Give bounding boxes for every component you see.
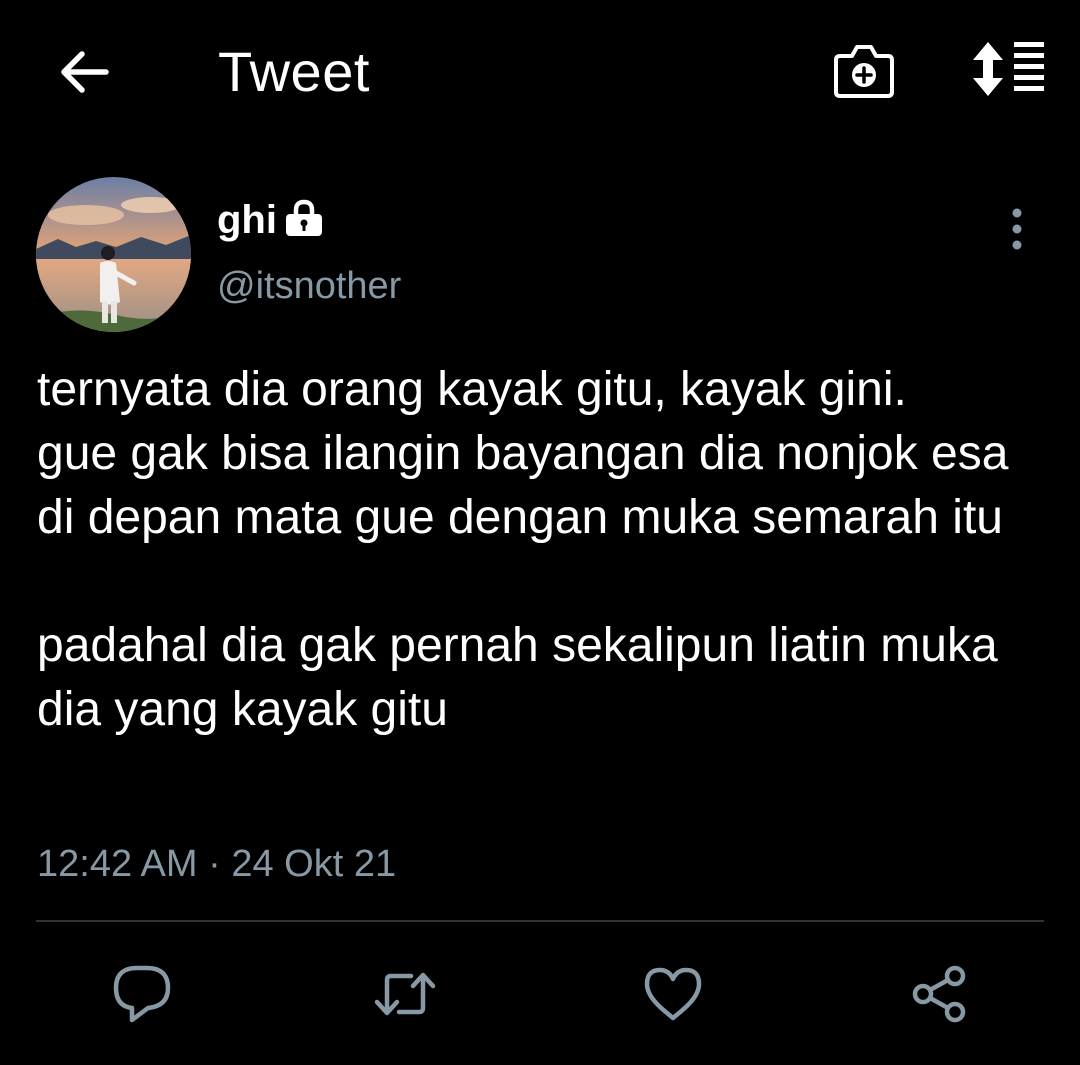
author-handle[interactable]: @itsnother — [217, 262, 401, 310]
share-button[interactable] — [908, 962, 972, 1026]
share-icon — [912, 965, 966, 1023]
lock-icon — [283, 198, 325, 238]
sort-list-icon — [973, 42, 1044, 96]
camera-plus-icon — [834, 45, 894, 98]
reply-button[interactable] — [110, 962, 174, 1026]
tweet-text: ternyata dia orang kayak gitu, kayak gin… — [37, 363, 1009, 736]
back-button[interactable] — [56, 46, 112, 98]
author-display-name[interactable]: ghi — [217, 196, 277, 244]
reply-icon — [113, 965, 171, 1023]
page-title: Tweet — [218, 40, 370, 103]
top-app-bar: Tweet — [0, 0, 1080, 145]
more-vertical-icon — [1012, 208, 1022, 250]
like-button[interactable] — [641, 962, 705, 1026]
avatar-image — [36, 177, 191, 332]
more-options-button[interactable] — [1000, 206, 1034, 252]
arrow-left-icon — [61, 51, 109, 93]
retweet-button[interactable] — [373, 962, 437, 1026]
sort-button[interactable] — [968, 40, 1048, 100]
camera-button[interactable] — [832, 40, 896, 100]
tweet-timestamp: 12:42 AM · 24 Okt 21 — [37, 843, 397, 885]
divider — [36, 920, 1044, 922]
avatar[interactable] — [36, 177, 191, 332]
retweet-icon — [374, 972, 436, 1016]
heart-icon — [644, 967, 702, 1021]
